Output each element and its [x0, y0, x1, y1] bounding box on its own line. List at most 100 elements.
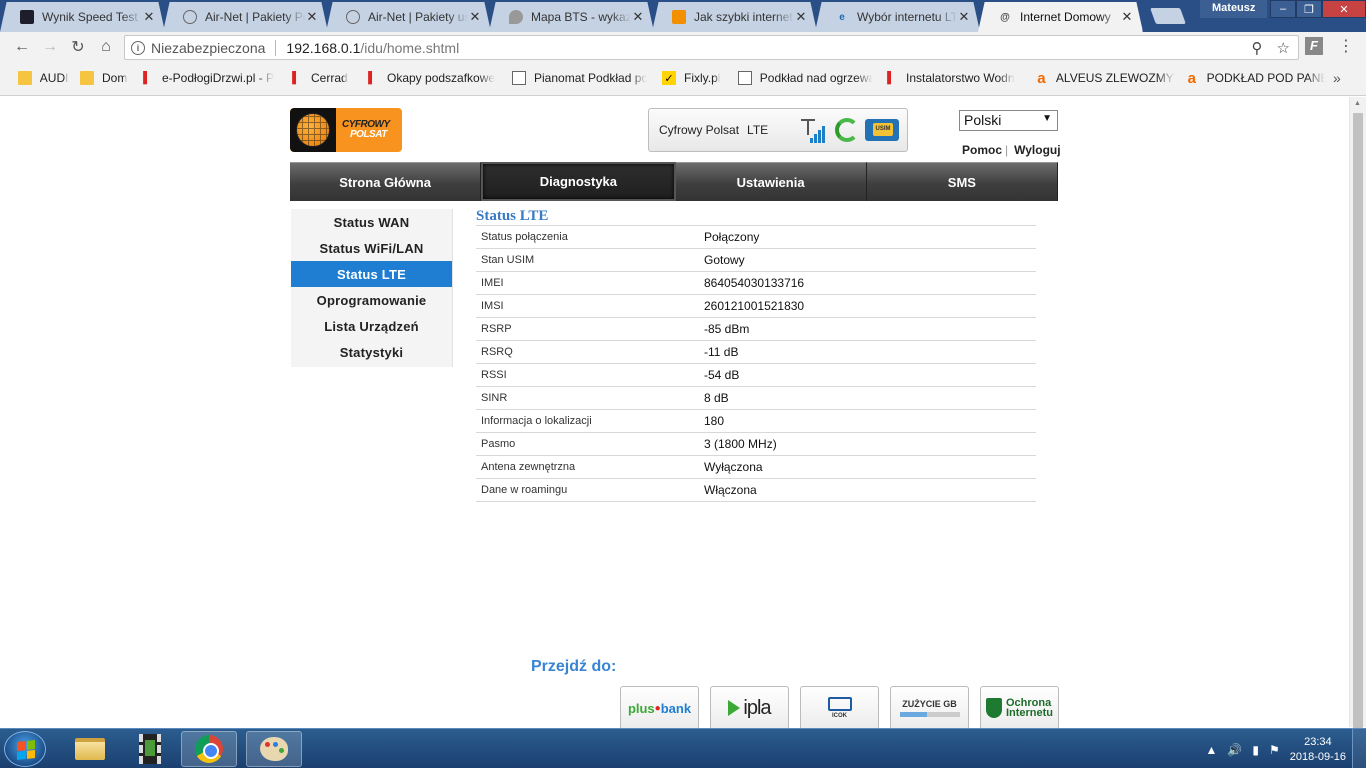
paint-taskbar-button[interactable]	[246, 731, 302, 767]
browser-tab[interactable]: e Wybór internetu LT ✕	[815, 2, 980, 32]
side-nav-item[interactable]: Oprogramowanie	[291, 287, 452, 313]
side-nav-item[interactable]: Status WiFi/LAN	[291, 235, 452, 261]
browser-tab[interactable]: Jak szybki internet ✕	[652, 2, 817, 32]
gb-usage-link[interactable]: ZUŻYCIE GB	[890, 686, 969, 730]
browser-tab[interactable]: Air-Net | Pakiety Po ✕	[163, 2, 328, 32]
reload-icon[interactable]: ↻	[67, 36, 89, 58]
tab-title: Wybór internetu LT	[857, 10, 957, 24]
browser-tab[interactable]: Mapa BTS - wykaz ✕	[489, 2, 654, 32]
network-icon[interactable]: ▮	[1252, 743, 1259, 757]
tab-close-icon[interactable]: ✕	[468, 9, 482, 25]
row-label: RSSI	[476, 363, 699, 387]
volume-icon[interactable]: 🔊	[1227, 743, 1242, 757]
tray-arrow-icon[interactable]: ▲	[1206, 743, 1218, 757]
bookmark-item[interactable]: a PODKŁAD POD PANE	[1185, 70, 1325, 87]
row-label: Status połączenia	[476, 225, 699, 249]
ochrona-internetu-link[interactable]: Ochrona Internetu	[980, 686, 1059, 730]
extension-icon[interactable]: F	[1305, 37, 1323, 55]
main-nav-item[interactable]: Diagnostyka	[481, 162, 676, 201]
profile-button[interactable]: Mateusz	[1200, 0, 1268, 18]
browser-tab[interactable]: Air-Net | Pakiety us ✕	[326, 2, 491, 32]
icok-link[interactable]: ICOK	[800, 686, 879, 730]
back-icon[interactable]: ←	[11, 36, 33, 58]
scroll-up-icon[interactable]: ▲	[1354, 100, 1361, 107]
more-bookmarks-icon[interactable]: »	[1333, 70, 1341, 86]
tab-close-icon[interactable]: ✕	[794, 9, 808, 25]
browser-tab[interactable]: @ Internet Domowy ✕	[978, 2, 1143, 32]
doc-icon	[738, 71, 752, 85]
language-select[interactable]: Polski ▼	[959, 110, 1058, 131]
show-desktop-button[interactable]	[1352, 729, 1366, 768]
scroll-thumb[interactable]	[1353, 113, 1363, 737]
bookmark-item[interactable]: ▌ e-PodłogiDrzwi.pl - P	[140, 71, 274, 85]
bookmark-label: PODKŁAD POD PANE	[1206, 71, 1325, 85]
partner-links: plus ● bank ipla ICOK ZUŻYCIE GB Ochrona In…	[620, 686, 1059, 730]
main-nav-item[interactable]: Strona Główna	[290, 162, 482, 201]
bookmark-item[interactable]: Podkład nad ogrzewa	[738, 71, 873, 85]
bookmark-item[interactable]: ▌ Okapy podszafkowe	[365, 71, 495, 85]
side-nav-item[interactable]: Status WAN	[291, 209, 452, 235]
side-nav-item[interactable]: Lista Urządzeń	[291, 313, 452, 339]
bookmark-item[interactable]: AUDI	[18, 71, 68, 85]
action-center-icon[interactable]: ⚑	[1269, 743, 1280, 757]
ipla-link[interactable]: ipla	[710, 686, 789, 730]
section-title: Status LTE	[476, 208, 549, 224]
row-label: IMSI	[476, 294, 699, 318]
site-icon: ▌	[887, 72, 895, 84]
logout-link[interactable]: Wyloguj	[1014, 143, 1060, 157]
table-row: Pasmo 3 (1800 MHz)	[476, 432, 1036, 456]
help-link[interactable]: Pomoc	[962, 143, 1002, 157]
bookmark-item[interactable]: ▌ Cerrad	[289, 71, 348, 85]
bookmark-label: Cerrad	[311, 71, 348, 85]
tab-close-icon[interactable]: ✕	[957, 9, 971, 25]
tab-close-icon[interactable]: ✕	[631, 9, 645, 25]
side-nav-item[interactable]: Statystyki	[291, 339, 452, 365]
url-path: /idu/home.shtml	[360, 39, 460, 56]
lte-status-table: Status połączenia Połączony Stan USIM Gotow…	[476, 225, 1036, 502]
forward-icon[interactable]: →	[39, 36, 61, 58]
tab-close-icon[interactable]: ✕	[142, 9, 156, 25]
minimize-icon[interactable]: –	[1270, 0, 1296, 18]
explorer-taskbar-button[interactable]	[62, 731, 118, 767]
pin-icon	[509, 10, 523, 24]
operator-name: Cyfrowy Polsat	[659, 123, 740, 137]
page-scrollbar[interactable]: ▲	[1349, 97, 1366, 737]
clock[interactable]: 23:34 2018-09-16	[1290, 735, 1346, 765]
folder-icon	[18, 71, 32, 85]
folder-icon	[80, 71, 94, 85]
home-icon[interactable]: ⌂	[95, 36, 117, 58]
row-label: SINR	[476, 386, 699, 410]
bookmark-item[interactable]: ✓ Fixly.pl	[662, 71, 720, 85]
plusbank-link[interactable]: plus ● bank	[620, 686, 699, 730]
gb-usage-text: ZUŻYCIE GB	[902, 699, 957, 709]
row-value: Wyłączona	[699, 455, 1036, 479]
main-nav-item[interactable]: SMS	[866, 162, 1058, 201]
globe-logo-icon	[296, 113, 330, 147]
bookmark-item[interactable]: Dom	[80, 71, 127, 85]
info-icon[interactable]: i	[131, 40, 145, 55]
bookmark-item[interactable]: ▌ Instalatorstwo Wodn	[884, 71, 1014, 85]
bookmark-item[interactable]: Pianomat Podkład pc	[512, 71, 647, 85]
chrome-taskbar-button[interactable]	[181, 731, 237, 767]
side-nav-item[interactable]: Status LTE	[291, 261, 452, 287]
tab-close-icon[interactable]: ✕	[305, 9, 319, 25]
menu-icon[interactable]: ⋮	[1338, 36, 1354, 56]
row-label: Informacja o lokalizacji	[476, 409, 699, 433]
bookmark-item[interactable]: a ALVEUS ZLEWOZMYW	[1035, 70, 1175, 87]
main-nav-item[interactable]: Ustawienia	[675, 162, 867, 201]
key-icon[interactable]: ⚲	[1252, 39, 1263, 57]
bookmark-label: Dom	[102, 71, 128, 85]
browser-tab[interactable]: Wynik Speed Test - ✕	[0, 2, 165, 32]
logo-text-line2: POLSAT	[350, 129, 387, 140]
window-close-icon[interactable]: ✕	[1322, 0, 1366, 18]
tab-close-icon[interactable]: ✕	[1120, 9, 1134, 25]
orange-favicon	[672, 10, 686, 24]
media-taskbar-button[interactable]	[122, 731, 178, 767]
new-tab-button[interactable]	[1150, 8, 1186, 24]
table-row: Stan USIM Gotowy	[476, 248, 1036, 272]
refresh-icon[interactable]	[835, 118, 859, 142]
address-bar[interactable]: i Niezabezpieczona 192.168.0.1 /idu/home…	[124, 35, 1299, 60]
restore-icon[interactable]: ❐	[1296, 0, 1322, 18]
start-button[interactable]	[4, 731, 46, 767]
star-icon[interactable]: ☆	[1277, 39, 1290, 57]
